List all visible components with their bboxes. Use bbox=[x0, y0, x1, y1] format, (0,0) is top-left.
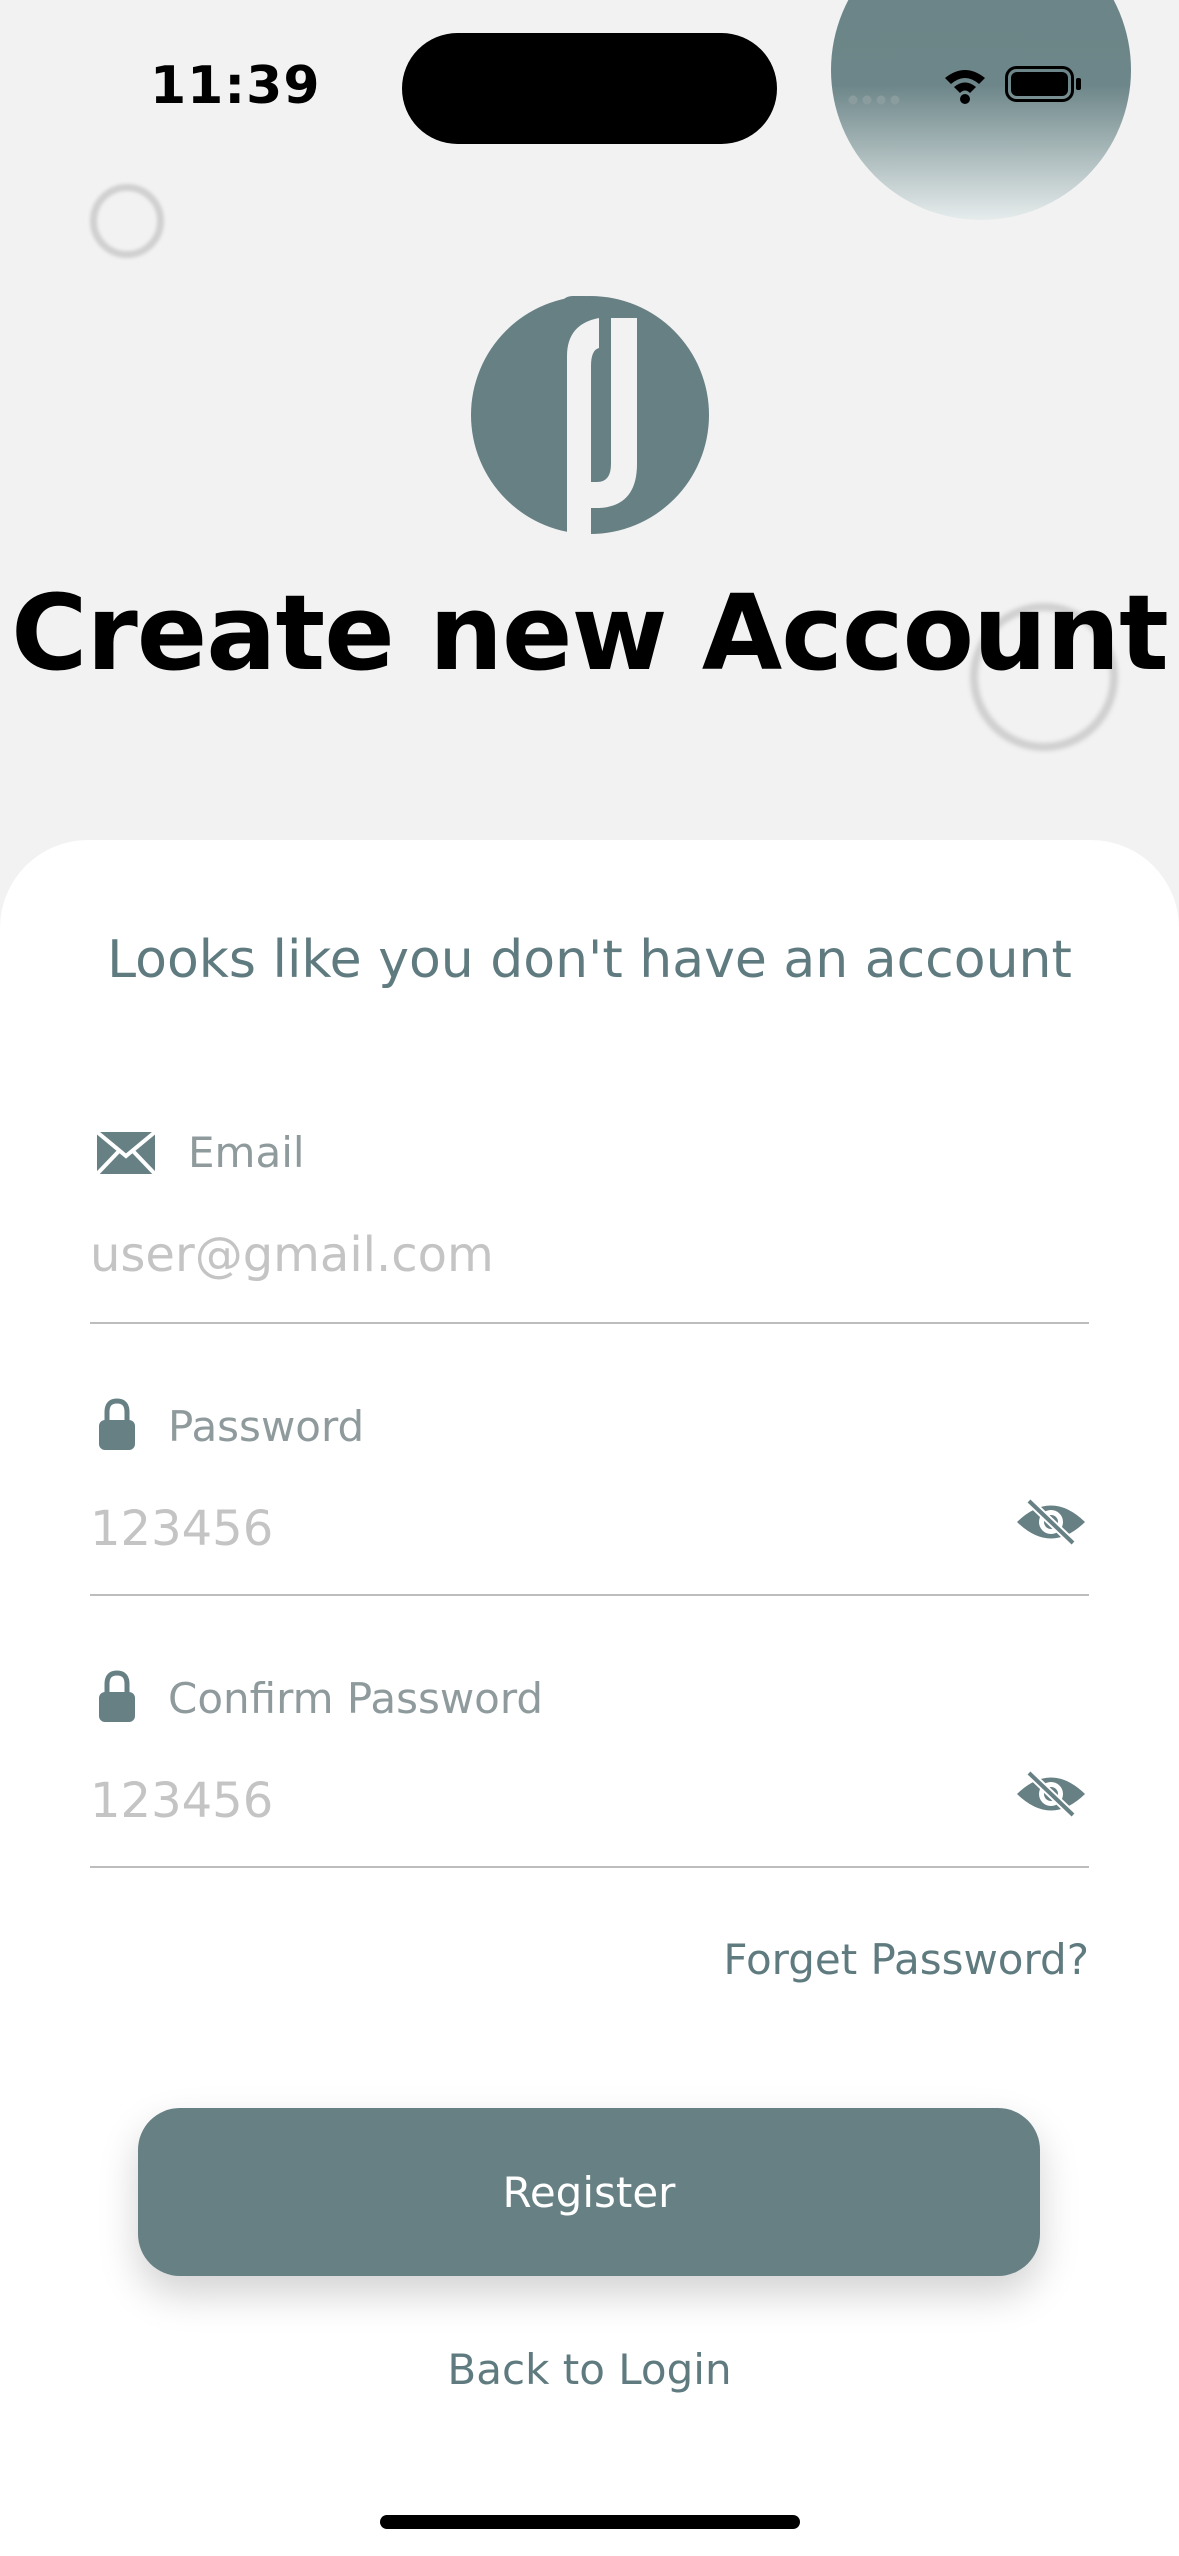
app-screen: 11:39 Create new Account Looks like you … bbox=[0, 0, 1179, 2556]
lock-icon bbox=[99, 1670, 135, 1722]
confirm-password-underline bbox=[90, 1866, 1089, 1868]
eye-slash-icon[interactable] bbox=[1015, 1497, 1087, 1547]
page-title: Create new Account bbox=[11, 572, 1169, 694]
password-underline bbox=[90, 1594, 1089, 1596]
battery-icon bbox=[1005, 66, 1081, 102]
confirm-password-field[interactable] bbox=[90, 1766, 970, 1836]
dynamic-island bbox=[402, 33, 777, 144]
top-decorative-circle bbox=[831, 0, 1131, 220]
eye-slash-icon[interactable] bbox=[1015, 1769, 1087, 1819]
lock-icon bbox=[99, 1398, 135, 1450]
back-to-login-link[interactable]: Back to Login bbox=[0, 2345, 1179, 2394]
app-logo bbox=[471, 296, 709, 534]
password-label: Password bbox=[168, 1402, 365, 1451]
decorative-ring-left bbox=[90, 184, 164, 258]
forgot-password-link[interactable]: Forget Password? bbox=[723, 1935, 1089, 1984]
email-label: Email bbox=[188, 1128, 305, 1177]
form-subtitle: Looks like you don't have an account bbox=[107, 930, 1072, 990]
home-indicator bbox=[380, 2515, 800, 2529]
email-field[interactable] bbox=[90, 1220, 990, 1290]
register-button[interactable]: Register bbox=[138, 2108, 1040, 2276]
envelope-icon bbox=[95, 1130, 157, 1176]
status-icons bbox=[848, 66, 1081, 105]
cellular-signal-icon bbox=[848, 95, 900, 105]
wifi-icon bbox=[945, 70, 985, 104]
status-time: 11:39 bbox=[150, 56, 321, 116]
email-underline bbox=[90, 1322, 1089, 1324]
password-field[interactable] bbox=[90, 1494, 970, 1564]
confirm-password-label: Confirm Password bbox=[168, 1674, 544, 1723]
